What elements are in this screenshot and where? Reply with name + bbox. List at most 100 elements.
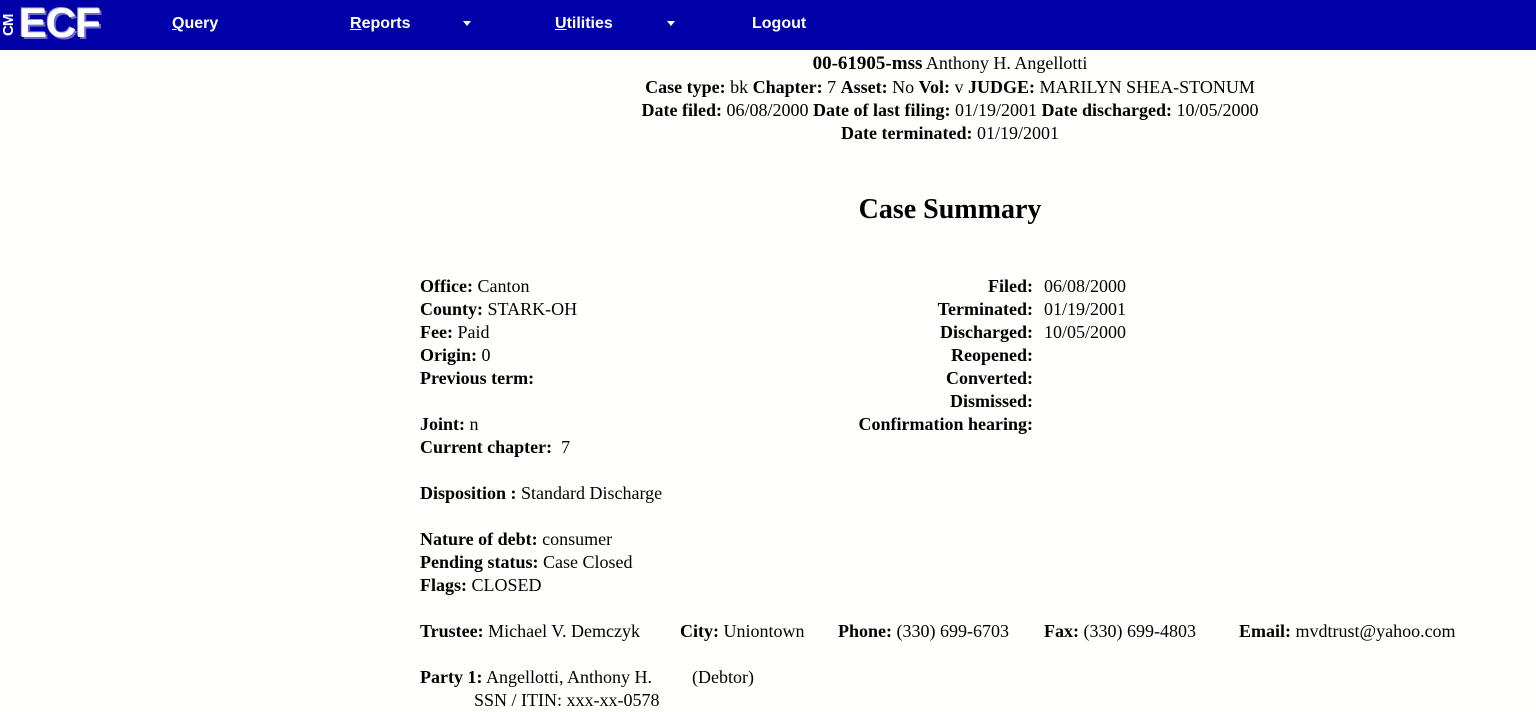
date-terminated-value: 01/19/2001 [976, 123, 1059, 143]
reopened-label: Reopened: [951, 345, 1033, 365]
fax-label: Fax: [1044, 621, 1079, 641]
disposition-label: Disposition : [420, 483, 517, 503]
trustee-name: Michael V. Demczyk [488, 621, 640, 641]
party-label: Party 1: [420, 667, 483, 687]
flags-value: CLOSED [471, 575, 542, 595]
pending-status-value: Case Closed [543, 552, 633, 572]
menu-logout-label: Logout [752, 15, 807, 32]
chapter-label: Chapter: [752, 77, 823, 97]
case-type-label: Case type: [645, 77, 726, 97]
disposition-row: Disposition : Standard Discharge [420, 482, 662, 505]
chapter-value: 7 [827, 77, 837, 97]
party-ssn: SSN / ITIN: xxx-xx-0578 [474, 690, 660, 710]
menu-query-accesskey: Q [172, 15, 185, 32]
cmecf-logo[interactable]: CM ECF [0, 0, 118, 50]
phone-label: Phone: [838, 621, 892, 641]
terminated-label: Terminated: [937, 299, 1033, 319]
county-value: STARK-OH [487, 299, 578, 319]
trustee-phone: Phone: (330) 699-6703 [838, 620, 1009, 643]
flags-label: Flags: [420, 575, 467, 595]
trustee-email: Email: mvdtrust@yahoo.com [1239, 620, 1456, 643]
case-header-line-3: Date filed: 06/08/2000 Date of last fili… [0, 99, 1536, 122]
top-nav-bar: CM ECF Query Reports Utilities Logout [0, 0, 1536, 50]
converted-label: Converted: [946, 368, 1033, 388]
nature-of-debt-row: Nature of debt: consumer [420, 528, 612, 551]
party-name: Angellotti, Anthony H. [486, 667, 652, 687]
office-label: Office: [420, 276, 473, 296]
date-terminated-label: Date terminated: [841, 123, 973, 143]
logo-cm-text: CM [0, 14, 17, 36]
menu-query[interactable]: Query [172, 14, 218, 34]
office-row: Office: Canton [420, 275, 529, 298]
city-label: City: [680, 621, 719, 641]
current-chapter-value: 7 [561, 437, 571, 457]
menu-reports-accesskey: R [350, 15, 362, 32]
menu-reports-label: eports [361, 15, 411, 32]
debtor-name: Anthony H. Angellotti [925, 53, 1088, 73]
dismissed-label: Dismissed: [949, 391, 1033, 411]
current-chapter-label: Current chapter: [420, 437, 553, 457]
filed-value: 06/08/2000 [1044, 276, 1127, 296]
vol-label: Vol: [918, 77, 950, 97]
county-row: County: STARK-OH [420, 298, 577, 321]
menu-utilities-label: tilities [566, 15, 613, 32]
menu-logout[interactable]: Logout [752, 14, 806, 34]
joint-row: Joint: n [420, 413, 479, 436]
pending-status-label: Pending status: [420, 552, 539, 572]
menu-query-label: uery [184, 15, 219, 32]
disposition-value: Standard Discharge [521, 483, 663, 503]
asset-value: No [892, 77, 915, 97]
office-value: Canton [477, 276, 530, 296]
case-header-line-2: Case type: bk Chapter: 7 Asset: No Vol: … [0, 76, 1536, 99]
menu-utilities[interactable]: Utilities [555, 14, 613, 34]
filed-label: Filed: [988, 276, 1033, 296]
menu-reports[interactable]: Reports [350, 14, 410, 34]
flags-row: Flags: CLOSED [420, 574, 542, 597]
reports-dropdown-icon[interactable] [463, 21, 471, 26]
origin-row: Origin: 0 [420, 344, 491, 367]
email-label: Email: [1239, 621, 1291, 641]
county-label: County: [420, 299, 484, 319]
fee-row: Fee: Paid [420, 321, 489, 344]
trustee-label: Trustee: [420, 621, 484, 641]
email-value: mvdtrust@yahoo.com [1295, 621, 1456, 641]
previous-term-row: Previous term: [420, 367, 534, 390]
vol-value: v [954, 77, 964, 97]
phone-value: (330) 699-6703 [896, 621, 1009, 641]
trustee-city: City: Uniontown [680, 620, 805, 643]
confirmation-hearing-label: Confirmation hearing: [858, 414, 1034, 434]
date-filed-value: 06/08/2000 [726, 100, 809, 120]
date-discharged-label: Date discharged: [1041, 100, 1172, 120]
pending-status-row: Pending status: Case Closed [420, 551, 633, 574]
trustee-info: Trustee: Michael V. Demczyk [420, 620, 640, 643]
page-title: Case Summary [858, 194, 1042, 225]
logo-ecf-text: ECF [19, 0, 101, 46]
utilities-dropdown-icon[interactable] [667, 21, 675, 26]
case-header-line-1: 00-61905-mss Anthony H. Angellotti [0, 52, 1536, 75]
asset-label: Asset: [840, 77, 888, 97]
party-row: Party 1: Angellotti, Anthony H. [420, 666, 652, 689]
previous-term-label: Previous term: [420, 368, 535, 388]
nature-of-debt-label: Nature of debt: [420, 529, 538, 549]
trustee-fax: Fax: (330) 699-4803 [1044, 620, 1196, 643]
case-number: 00-61905-mss [812, 53, 923, 74]
case-header-line-4: Date terminated: 01/19/2001 [0, 122, 1536, 145]
current-chapter-row: Current chapter: 7 [420, 436, 570, 459]
discharged-label: Discharged: [940, 322, 1033, 342]
fee-value: Paid [457, 322, 490, 342]
last-filing-value: 01/19/2001 [954, 100, 1037, 120]
terminated-value: 01/19/2001 [1044, 299, 1127, 319]
city-value: Uniontown [723, 621, 805, 641]
judge-label: JUDGE: [967, 77, 1035, 97]
date-filed-label: Date filed: [641, 100, 722, 120]
origin-label: Origin: [420, 345, 477, 365]
case-type-value: bk [730, 77, 749, 97]
joint-label: Joint: [420, 414, 465, 434]
last-filing-label: Date of last filing: [813, 100, 951, 120]
joint-value: n [469, 414, 479, 434]
menu-utilities-accesskey: U [555, 15, 567, 32]
nature-of-debt-value: consumer [542, 529, 613, 549]
discharged-value: 10/05/2000 [1044, 322, 1127, 342]
party-role: (Debtor) [692, 667, 754, 687]
fax-value: (330) 699-4803 [1083, 621, 1196, 641]
